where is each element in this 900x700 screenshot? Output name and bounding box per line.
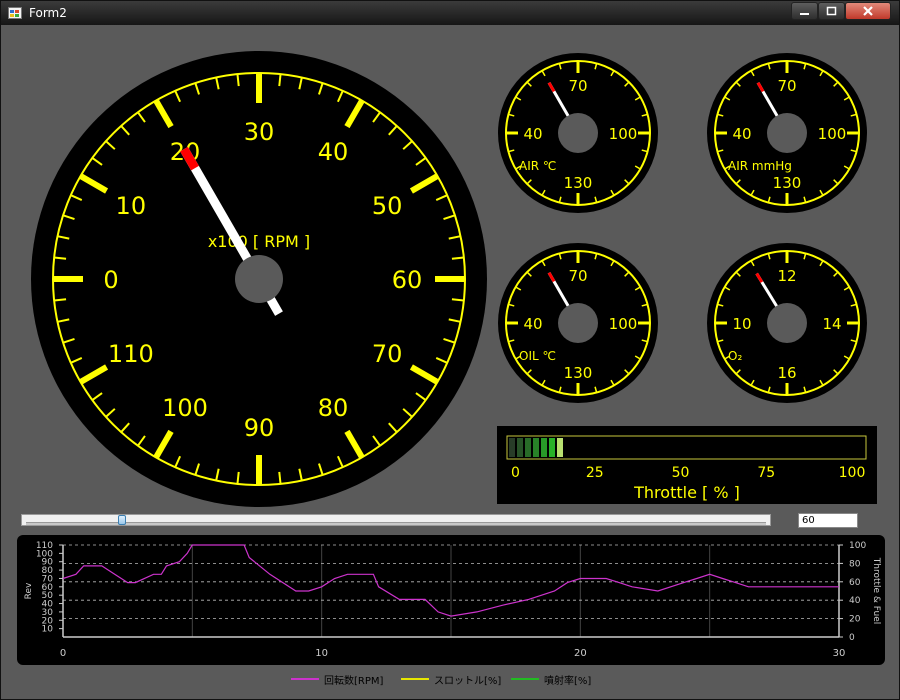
rpm-minor-tick [54, 298, 67, 302]
throttle-bar [509, 438, 563, 457]
y2-tick-label: 60 [849, 578, 861, 588]
rpm-minor-tick [236, 74, 240, 87]
value-input[interactable] [798, 513, 858, 528]
legend-swatch [401, 678, 429, 680]
slider-thumb[interactable] [118, 515, 127, 525]
gauge-tick-label: 100 [609, 125, 638, 143]
legend-label: 回転数[RPM] [324, 676, 384, 687]
gauge-tick-label: 100 [818, 125, 847, 143]
rpm-gauge: 0102030405060708090100110x100 [ RPM ] [31, 51, 487, 507]
gauge-tick-label: 40 [523, 315, 542, 333]
y-axis-label: Rev [24, 582, 34, 599]
trend-chart-panel: 10 20 30 40 50 60 70 80 90 100 110 0 20 40 60 80 100 0 10 2… [17, 535, 885, 665]
gauge-air-temp: 40 70 100 130 AIR ℃ [498, 53, 658, 213]
x-tick-label: 30 [833, 648, 846, 659]
rpm-minor-tick [278, 74, 282, 87]
y2-tick-label: 20 [849, 615, 861, 625]
rpm-tick-label: 100 [162, 394, 208, 422]
gauge-tick-label: 70 [568, 77, 587, 95]
throttle-segment [533, 438, 539, 457]
throttle-segment [525, 438, 531, 457]
gauge-tick-label: 16 [777, 364, 796, 382]
throttle-scale-label: 25 [586, 465, 604, 481]
throttle-scale-label: 75 [757, 465, 775, 481]
gauge-needle-hub [767, 303, 807, 343]
rpm-tick-label: 80 [318, 394, 349, 422]
gauge-tick-label: 100 [609, 315, 638, 333]
x-tick-label: 0 [60, 648, 66, 659]
y2-tick-label: 40 [849, 596, 861, 606]
rpm-tick-label: 110 [108, 340, 154, 368]
gauge-tick-label: 10 [732, 315, 751, 333]
trend-chart: 1020304050607080901001100204060801000 10 2… [24, 541, 881, 659]
rpm-tick-label: 0 [103, 266, 118, 294]
y2-tick-label: 0 [849, 633, 855, 643]
throttle-segment [541, 438, 547, 457]
rpm-minor-tick [278, 471, 282, 484]
rpm-unit-label: x100 [ RPM ] [208, 232, 310, 251]
gauge-unit-label: AIR ℃ [519, 159, 556, 173]
throttle-scale-label: 100 [839, 465, 866, 481]
small-gauges: 4070100130AIR ℃4070100130AIR mmHg4070100… [498, 53, 867, 403]
gauge-o2: 10 12 14 16 O₂ [707, 243, 867, 403]
rpm-needle-hub [235, 255, 283, 303]
throttle-scale-label: 0 [511, 465, 520, 481]
y-tick-label: 110 [36, 541, 53, 551]
y2-tick-label: 100 [849, 541, 866, 551]
rpm-minor-tick [236, 471, 240, 484]
rpm-tick-label: 90 [244, 414, 275, 442]
legend-swatch [511, 678, 539, 680]
legend-swatch [291, 678, 319, 680]
slider-groove [26, 522, 766, 525]
throttle-panel: 0 25 50 75 100 Throttle [ % ] [497, 426, 877, 504]
gauge-tick-label: 130 [564, 364, 593, 382]
gauge-tick-label: 130 [564, 174, 593, 192]
x-tick-label: 10 [315, 648, 328, 659]
throttle-segment [509, 438, 515, 457]
gauge-tick-label: 70 [777, 77, 796, 95]
rpm-tick-label: 60 [392, 266, 423, 294]
rpm-tick-label: 40 [318, 138, 349, 166]
app-window: Form2 0102030405060708090100110x100 [ RP… [0, 0, 900, 700]
throttle-segment [517, 438, 523, 457]
gauge-air-pressure: 40 70 100 130AIR mmHg [707, 53, 867, 213]
throttle-meter: 0 25 50 75 100 Throttle [ % ] [506, 435, 867, 502]
gauge-tick-label: 130 [773, 174, 802, 192]
throttle-label: Throttle [ % ] [633, 483, 740, 502]
gauge-oil-temp: 40 70 100 130 OIL ℃ [498, 243, 658, 403]
gauge-tick-label: 40 [523, 125, 542, 143]
gauge-unit-label: O₂ [728, 349, 742, 363]
rpm-tick-label: 30 [244, 118, 275, 146]
y2-tick-label: 80 [849, 559, 861, 569]
rpm-minor-tick [451, 256, 464, 260]
x-tick-label: 20 [574, 648, 587, 659]
y2-axis-label: Throttle & Fuel [871, 557, 881, 624]
rpm-minor-tick [54, 256, 67, 260]
throttle-scale-label: 50 [672, 465, 690, 481]
chart-legend: 回転数[RPM] スロットル[%] 噴射率[%] [291, 671, 651, 687]
rpm-tick-label: 10 [116, 192, 147, 220]
rpm-tick-label: 70 [372, 340, 403, 368]
legend-label: 噴射率[%] [544, 676, 592, 687]
legend-label: スロットル[%] [434, 676, 502, 687]
gauge-unit-label: OIL ℃ [519, 349, 556, 363]
gauge-needle-hub [767, 113, 807, 153]
rpm-tick-label: 50 [372, 192, 403, 220]
gauge-needle-hub [558, 113, 598, 153]
gauge-tick-label: 14 [822, 315, 841, 333]
gauge-tick-label: 70 [568, 267, 587, 285]
gauge-tick-label: 40 [732, 125, 751, 143]
gauge-tick-label: 12 [777, 267, 796, 285]
time-slider[interactable] [21, 514, 771, 526]
throttle-segment [549, 438, 555, 457]
gauge-needle-hub [558, 303, 598, 343]
gauge-unit-label: AIR mmHg [728, 159, 792, 173]
rpm-minor-tick [451, 298, 464, 302]
throttle-segment [557, 438, 563, 457]
